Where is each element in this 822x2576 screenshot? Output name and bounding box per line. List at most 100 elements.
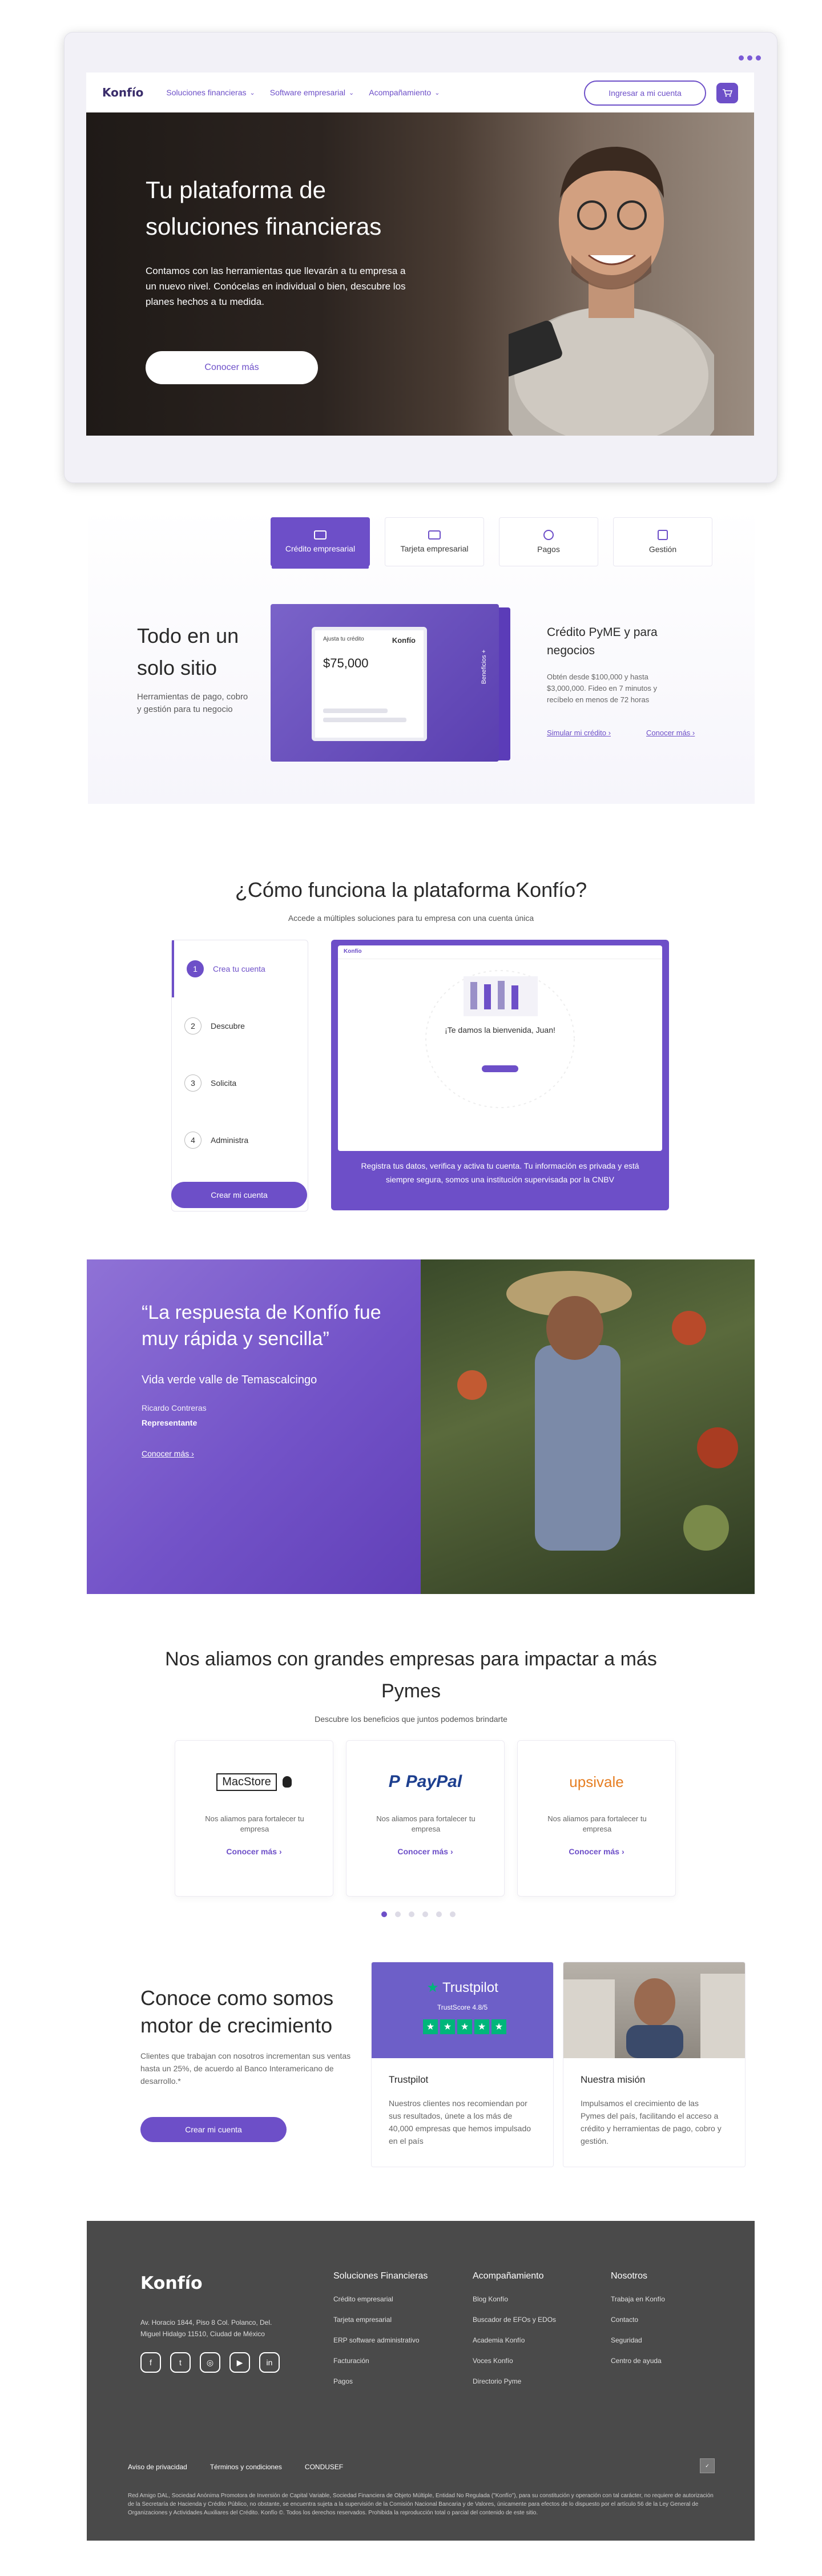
step-item[interactable]: 4 Administra [172, 1112, 308, 1169]
products-section: Crédito empresarial Tarjeta empresarial … [88, 507, 755, 804]
footer-link[interactable]: Buscador de EFOs y EDOs [473, 2316, 556, 2336]
growth-create-account-button[interactable]: Crear mi cuenta [140, 2117, 287, 2142]
partner-link[interactable]: Conocer más › [346, 1847, 504, 1856]
carousel-dot[interactable] [436, 1911, 442, 1917]
footer-link[interactable]: Tarjeta empresarial [333, 2316, 428, 2336]
step-item[interactable]: 3 Solicita [172, 1054, 308, 1112]
partner-text: Nos aliamos para fortalecer tu empresa [376, 1814, 476, 1833]
learn-more-link[interactable]: Conocer más › [646, 728, 695, 737]
partner-card[interactable]: P PayPal Nos aliamos para fortalecer tu … [346, 1740, 505, 1897]
tab-pagos[interactable]: Pagos [499, 517, 598, 566]
step-item[interactable]: 2 Descubre [172, 997, 308, 1054]
how-subtitle: Accede a múltiples soluciones para tu em… [288, 913, 534, 923]
instagram-icon[interactable]: ◎ [200, 2352, 220, 2373]
footer-logo[interactable]: Konfío [140, 2273, 203, 2293]
widget-brand: Konfío [392, 636, 416, 645]
footer-link[interactable]: Academia Konfío [473, 2336, 556, 2357]
steps-list: 1 Crea tu cuenta 2 Descubre 3 Solicita 4… [171, 940, 308, 1211]
macstore-logo: MacStore [175, 1770, 333, 1793]
terms-link[interactable]: Términos y condiciones [210, 2463, 282, 2471]
chevron-down-icon: ⌄ [249, 89, 255, 96]
nav-soluciones[interactable]: Soluciones financieras ⌄ [166, 88, 255, 97]
card-text: Impulsamos el crecimiento de las Pymes d… [581, 2099, 722, 2146]
partner-card[interactable]: MacStore Nos aliamos para fortalecer tu … [175, 1740, 333, 1897]
credit-title: Crédito PyME y para negocios [547, 626, 658, 657]
card-icon [428, 530, 441, 540]
footer-bottom-links: Aviso de privacidad Términos y condicion… [128, 2463, 343, 2471]
carousel-dot[interactable] [409, 1911, 414, 1917]
footer-link[interactable]: Trabaja en Konfío [611, 2295, 665, 2316]
carousel-dot[interactable] [450, 1911, 456, 1917]
carousel-dots[interactable] [381, 1911, 456, 1917]
hero-cta-button[interactable]: Conocer más [146, 351, 318, 384]
demo-screen: Konfío ¡Te damos la bienvenida, Juan! [338, 945, 662, 1151]
demo-logo: Konfío [338, 945, 662, 959]
partner-link[interactable]: Conocer más › [175, 1847, 333, 1856]
testimonial-role: Representante [142, 1418, 198, 1427]
login-button[interactable]: Ingresar a mi cuenta [584, 80, 706, 106]
tab-gestion[interactable]: Gestión [613, 517, 712, 566]
testimonial-company: Vida verde valle de Temascalcingo [142, 1374, 317, 1386]
facebook-icon[interactable]: f [140, 2352, 161, 2373]
linkedin-icon[interactable]: in [259, 2352, 280, 2373]
widget-label: Ajusta tu crédito [323, 636, 364, 642]
footer-link[interactable]: Blog Konfío [473, 2295, 556, 2316]
footer-link[interactable]: Facturación [333, 2357, 428, 2377]
konfio-logo[interactable]: Konfío [102, 86, 143, 99]
partner-text: Nos aliamos para fortalecer tu empresa [205, 1814, 304, 1833]
demo-welcome: ¡Te damos la bienvenida, Juan! [445, 1025, 555, 1035]
footer-link[interactable]: Pagos [333, 2377, 428, 2398]
hero-person-image [509, 147, 714, 436]
hero-banner: Tu plataforma de soluciones financieras … [86, 112, 754, 436]
nav-software[interactable]: Software empresarial ⌄ [270, 88, 354, 97]
footer-col-nosotros: Nosotros Trabaja en Konfío Contacto Segu… [611, 2271, 665, 2377]
footer-link[interactable]: Seguridad [611, 2336, 665, 2357]
credit-widget: Ajusta tu crédito Konfío $75,000 [312, 627, 427, 741]
upsivale-logo: upsivale [569, 1773, 624, 1790]
welcome-illustration [425, 970, 575, 1108]
footer-col-acompanamiento: Acompañamiento Blog Konfío Buscador de E… [473, 2271, 556, 2398]
carousel-dot[interactable] [381, 1911, 387, 1917]
legal-text: Red Amigo DAL, Sociedad Anónima Promotor… [128, 2493, 714, 2516]
carousel-dot[interactable] [422, 1911, 428, 1917]
tab-credito-empresarial[interactable]: Crédito empresarial [271, 517, 370, 566]
growth-description: Clientes que trabajan con nosotros incre… [140, 2051, 351, 2086]
paypal-logo: P PayPal [388, 1772, 462, 1791]
footer-link[interactable]: Contacto [611, 2316, 665, 2336]
footer-link[interactable]: Crédito empresarial [333, 2295, 428, 2316]
testimonial-link[interactable]: Conocer más › [142, 1449, 194, 1458]
cart-icon[interactable] [716, 83, 738, 103]
footer-link[interactable]: Voces Konfío [473, 2357, 556, 2377]
twitter-icon[interactable]: t [170, 2352, 191, 2373]
partner-card[interactable]: upsivale Nos aliamos para fortalecer tu … [517, 1740, 676, 1897]
partners-title: Nos aliamos con grandes empresas para im… [165, 1648, 657, 1702]
footer-link[interactable]: Directorio Pyme [473, 2377, 556, 2398]
testimonial-section: “La respuesta de Konfío fue muy rápida y… [87, 1259, 755, 1594]
chevron-down-icon: ⌄ [434, 89, 440, 96]
privacy-link[interactable]: Aviso de privacidad [128, 2463, 187, 2471]
create-account-button[interactable]: Crear mi cuenta [171, 1182, 307, 1208]
mission-card[interactable]: Nuestra misión Impulsamos el crecimiento… [563, 1962, 746, 2167]
footer-col-soluciones: Soluciones Financieras Crédito empresari… [333, 2271, 428, 2398]
nav-acompanamiento[interactable]: Acompañamiento ⌄ [369, 88, 440, 97]
footer-link[interactable]: Centro de ayuda [611, 2357, 665, 2377]
tab-tarjeta-empresarial[interactable]: Tarjeta empresarial [385, 517, 484, 566]
testimonial-name: Ricardo Contreras [142, 1403, 207, 1412]
rating-stars: ★ ★ ★ ★ ★ [423, 2019, 506, 2034]
simulate-credit-link[interactable]: Simular mi crédito › [547, 728, 611, 737]
testimonial-panel: “La respuesta de Konfío fue muy rápida y… [87, 1259, 421, 1594]
trustpilot-card[interactable]: ★ Trustpilot TrustScore 4.8/5 ★ ★ ★ ★ ★ … [371, 1962, 554, 2167]
footer-link[interactable]: ERP software administrativo [333, 2336, 428, 2357]
youtube-icon[interactable]: ▶ [229, 2352, 250, 2373]
carousel-dot[interactable] [395, 1911, 401, 1917]
hero-title: Tu plataforma de soluciones financieras [146, 176, 382, 240]
step-item[interactable]: 1 Crea tu cuenta [172, 940, 308, 997]
partners-subtitle: Descubre los beneficios que juntos podem… [315, 1714, 507, 1724]
benefits-tab[interactable]: Beneficios + [481, 650, 487, 684]
certification-badge[interactable]: ✓ [700, 2458, 715, 2473]
grid-icon [658, 530, 668, 540]
partner-link[interactable]: Conocer más › [518, 1847, 675, 1856]
condusef-link[interactable]: CONDUSEF [305, 2463, 343, 2471]
footer-address: Av. Horacio 1844, Piso 8 Col. Polanco, D… [140, 2319, 272, 2338]
demo-caption: Registra tus datos, verifica y activa tu… [361, 1161, 639, 1184]
